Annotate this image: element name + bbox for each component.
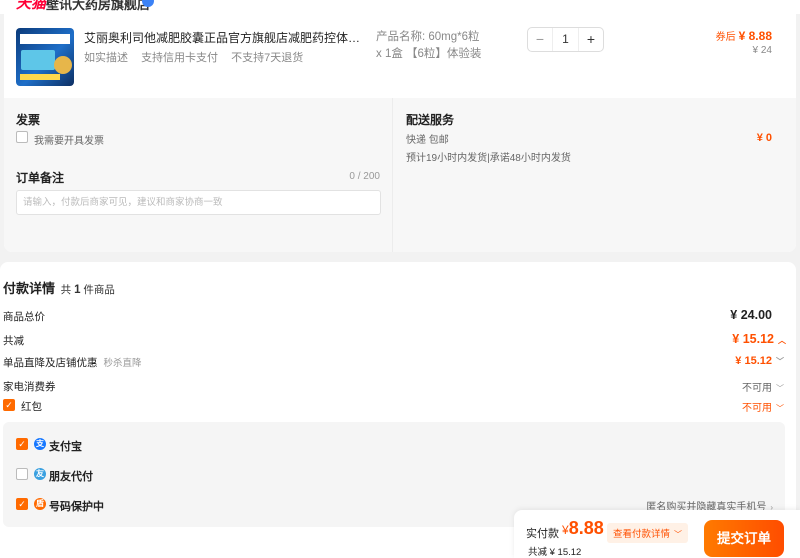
redpacket-row[interactable]: 不可用 ﹀ [742, 399, 784, 414]
order-note-title: 订单备注 [16, 171, 65, 185]
order-note-input[interactable]: 请输入，付款后商家可见，建议和商家协商一致 [16, 190, 381, 215]
quantity-stepper: − 1 + [527, 27, 604, 52]
checkout-footer: 实付款 ¥8.88 查看付款详情 ﹀ 共减 ¥ 15.12 提交订单 [514, 510, 800, 558]
price-after-label: 券后 [715, 32, 736, 43]
product-title[interactable]: 艾丽奥利司他减肥胶囊正品官方旗舰店减肥药控体重减... [84, 29, 370, 46]
appliance-coupon-row[interactable]: 不可用 ﹀ [742, 379, 784, 394]
shipping-title: 配送服务 [406, 113, 455, 127]
store-header: 天猫 壁讯大药房旗舰店 [0, 0, 800, 14]
thumbnail-stripe [20, 74, 60, 80]
redpacket-value: 不可用 [742, 403, 772, 414]
invoice-checkbox-label[interactable]: 我需要开具发票 [34, 132, 104, 147]
item-count: 共 1 件商品 [60, 284, 115, 296]
price-after-coupon: 券后 ¥ 8.88 [716, 28, 772, 43]
appliance-coupon-label: 家电消费券 [3, 381, 56, 393]
order-options: 发票 我需要开具发票 订单备注 0 / 200 请输入，付款后商家可见，建议和商… [4, 98, 796, 252]
quantity-minus-button[interactable]: − [528, 28, 552, 51]
friend-pay-checkbox[interactable] [16, 468, 28, 480]
quantity-plus-button[interactable]: + [579, 28, 603, 51]
store-discount-sub: 秒杀直降 [103, 358, 142, 369]
price-after-value: ¥ 8.88 [738, 29, 772, 43]
payment-details-header: 付款详情 共 1 件商品 [3, 278, 115, 297]
invoice-checkbox[interactable] [16, 131, 28, 143]
tmall-logo: 天猫 [16, 0, 47, 12]
alipay-checkbox[interactable]: ✓ [16, 438, 28, 450]
total-saved: 共减 ¥ 15.12 [528, 547, 582, 558]
discount-label: 共减 [3, 335, 24, 347]
shield-icon: 盾 [34, 498, 46, 510]
tag-no-return: 不支持7天退货 [231, 52, 304, 64]
alipay-icon: 支 [34, 438, 46, 450]
price-original: ¥ 24 [752, 45, 772, 56]
product-spec-name: 产品名称: 60mg*6粒 [376, 31, 480, 43]
view-payment-details-button[interactable]: 查看付款详情 ﹀ [607, 523, 689, 543]
total-price-label: 商品总价 [3, 311, 45, 323]
discount-value: ¥ 15.12 [732, 332, 774, 346]
store-name[interactable]: 壁讯大药房旗舰店 [46, 0, 150, 13]
order-note-count: 0 / 200 [349, 171, 380, 182]
thumbnail-box [21, 50, 55, 70]
shipping-method: 快递 包邮 [406, 135, 449, 146]
chevron-up-icon: ︿ [778, 336, 786, 345]
chevron-down-icon: ﹀ [776, 384, 784, 393]
discount-row[interactable]: ¥ 15.12 ︿ [732, 332, 786, 346]
tag-accurate: 如实描述 [84, 52, 128, 64]
store-discount-label: 单品直降及店铺优惠 秒杀直降 [3, 357, 142, 369]
thumbnail-seal [54, 56, 72, 74]
redpacket-label: 红包 [21, 401, 42, 413]
tag-credit-card: 支持信用卡支付 [141, 52, 219, 64]
friend-pay-label[interactable]: 朋友代付 [49, 468, 93, 484]
payment-details-title: 付款详情 [3, 281, 56, 296]
shipping-eta: 预计19小时内发货|承诺48小时内发货 [406, 153, 571, 164]
order-card: 艾丽奥利司他减肥胶囊正品官方旗舰店减肥药控体重减... 如实描述 支持信用卡支付… [4, 14, 796, 252]
product-spec-package: x 1盒 【6粒】体验装 [376, 48, 482, 60]
thumbnail-banner [20, 34, 70, 44]
store-discount-row[interactable]: ¥ 15.12 ﹀ [735, 355, 784, 367]
chevron-down-icon: ﹀ [776, 357, 784, 366]
verified-icon [142, 0, 154, 7]
appliance-coupon-value: 不可用 [742, 383, 772, 394]
product-row: 艾丽奥利司他减肥胶囊正品官方旗舰店减肥药控体重减... 如实描述 支持信用卡支付… [4, 14, 796, 98]
chevron-down-icon: ﹀ [776, 404, 784, 413]
shipping-price: ¥ 0 [756, 132, 772, 144]
number-protect-label[interactable]: 号码保护中 [49, 498, 104, 514]
quantity-value[interactable]: 1 [552, 28, 579, 51]
total-price-value: ¥ 24.00 [730, 308, 772, 322]
invoice-note-section: 发票 我需要开具发票 订单备注 0 / 200 请输入，付款后商家可见，建议和商… [4, 98, 393, 252]
actual-payment-amount: ¥8.88 [562, 518, 604, 538]
store-discount-value: ¥ 15.12 [735, 355, 772, 367]
chevron-down-icon: ﹀ [674, 530, 683, 539]
redpacket-checkbox[interactable]: ✓ [3, 399, 15, 411]
friend-pay-icon: 友 [34, 468, 46, 480]
submit-order-button[interactable]: 提交订单 [704, 520, 784, 557]
invoice-title: 发票 [16, 113, 41, 127]
number-protect-checkbox[interactable]: ✓ [16, 498, 28, 510]
product-tags: 如实描述 支持信用卡支付 不支持7天退货 [84, 49, 313, 65]
alipay-label[interactable]: 支付宝 [49, 438, 82, 454]
product-thumbnail[interactable] [16, 28, 74, 86]
actual-payment-label: 实付款 [526, 528, 559, 540]
